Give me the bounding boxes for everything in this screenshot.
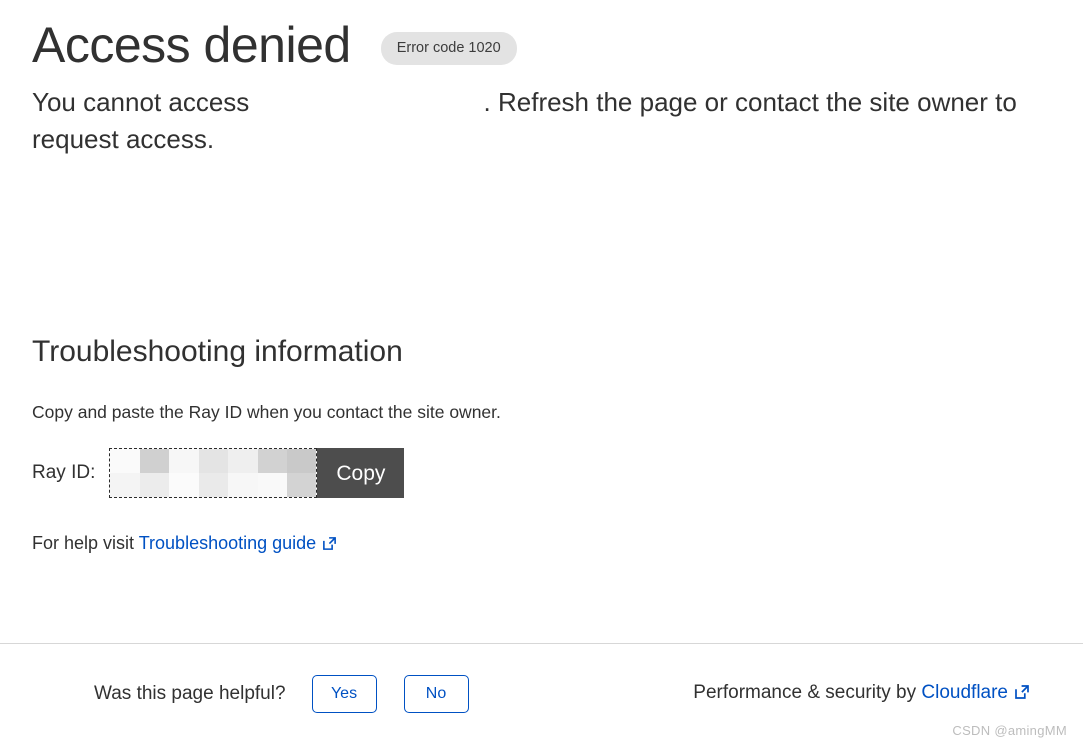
- feedback-yes-button[interactable]: Yes: [311, 675, 377, 713]
- feedback-group: Was this page helpful? Yes No: [94, 675, 496, 713]
- page-title: Access denied: [32, 17, 351, 73]
- troubleshooting-heading: Troubleshooting information: [32, 334, 403, 368]
- ray-id-row: Ray ID: Copy: [32, 448, 1051, 499]
- redacted-domain: [258, 88, 483, 116]
- watermark: CSDN @amingMM: [952, 723, 1067, 738]
- external-link-icon: [322, 533, 337, 558]
- redacted-ray-id: [110, 449, 317, 498]
- error-code-badge: Error code 1020: [380, 31, 517, 66]
- access-denied-message: You cannot access . Refresh the page or …: [32, 84, 1051, 158]
- title-row: Access denied Error code 1020: [32, 0, 1051, 75]
- ray-id-input[interactable]: [109, 448, 318, 499]
- attribution: Performance & security by Cloudflare: [693, 682, 1030, 706]
- feedback-question: Was this page helpful?: [94, 683, 286, 704]
- help-prefix: For help visit: [32, 533, 139, 554]
- cloudflare-link-label: Cloudflare: [921, 682, 1008, 703]
- ray-id-label: Ray ID:: [32, 462, 96, 484]
- help-line: For help visit Troubleshooting guide: [32, 531, 1051, 558]
- error-page: Access denied Error code 1020 You cannot…: [0, 0, 1083, 744]
- troubleshooting-guide-link-label: Troubleshooting guide: [138, 533, 317, 554]
- page-footer: Was this page helpful? Yes No Performanc…: [0, 644, 1083, 744]
- feedback-no-button[interactable]: No: [403, 675, 469, 713]
- troubleshooting-description: Copy and paste the Ray ID when you conta…: [32, 401, 501, 422]
- cloudflare-link[interactable]: Cloudflare: [921, 682, 1008, 703]
- message-text-before: You cannot access: [32, 87, 257, 117]
- main-content: Access denied Error code 1020 You cannot…: [0, 0, 1083, 558]
- troubleshooting-guide-link[interactable]: Troubleshooting guide: [139, 533, 316, 553]
- copy-button[interactable]: Copy: [317, 448, 405, 499]
- external-link-icon: [1014, 684, 1030, 706]
- attribution-prefix: Performance & security by: [693, 682, 922, 703]
